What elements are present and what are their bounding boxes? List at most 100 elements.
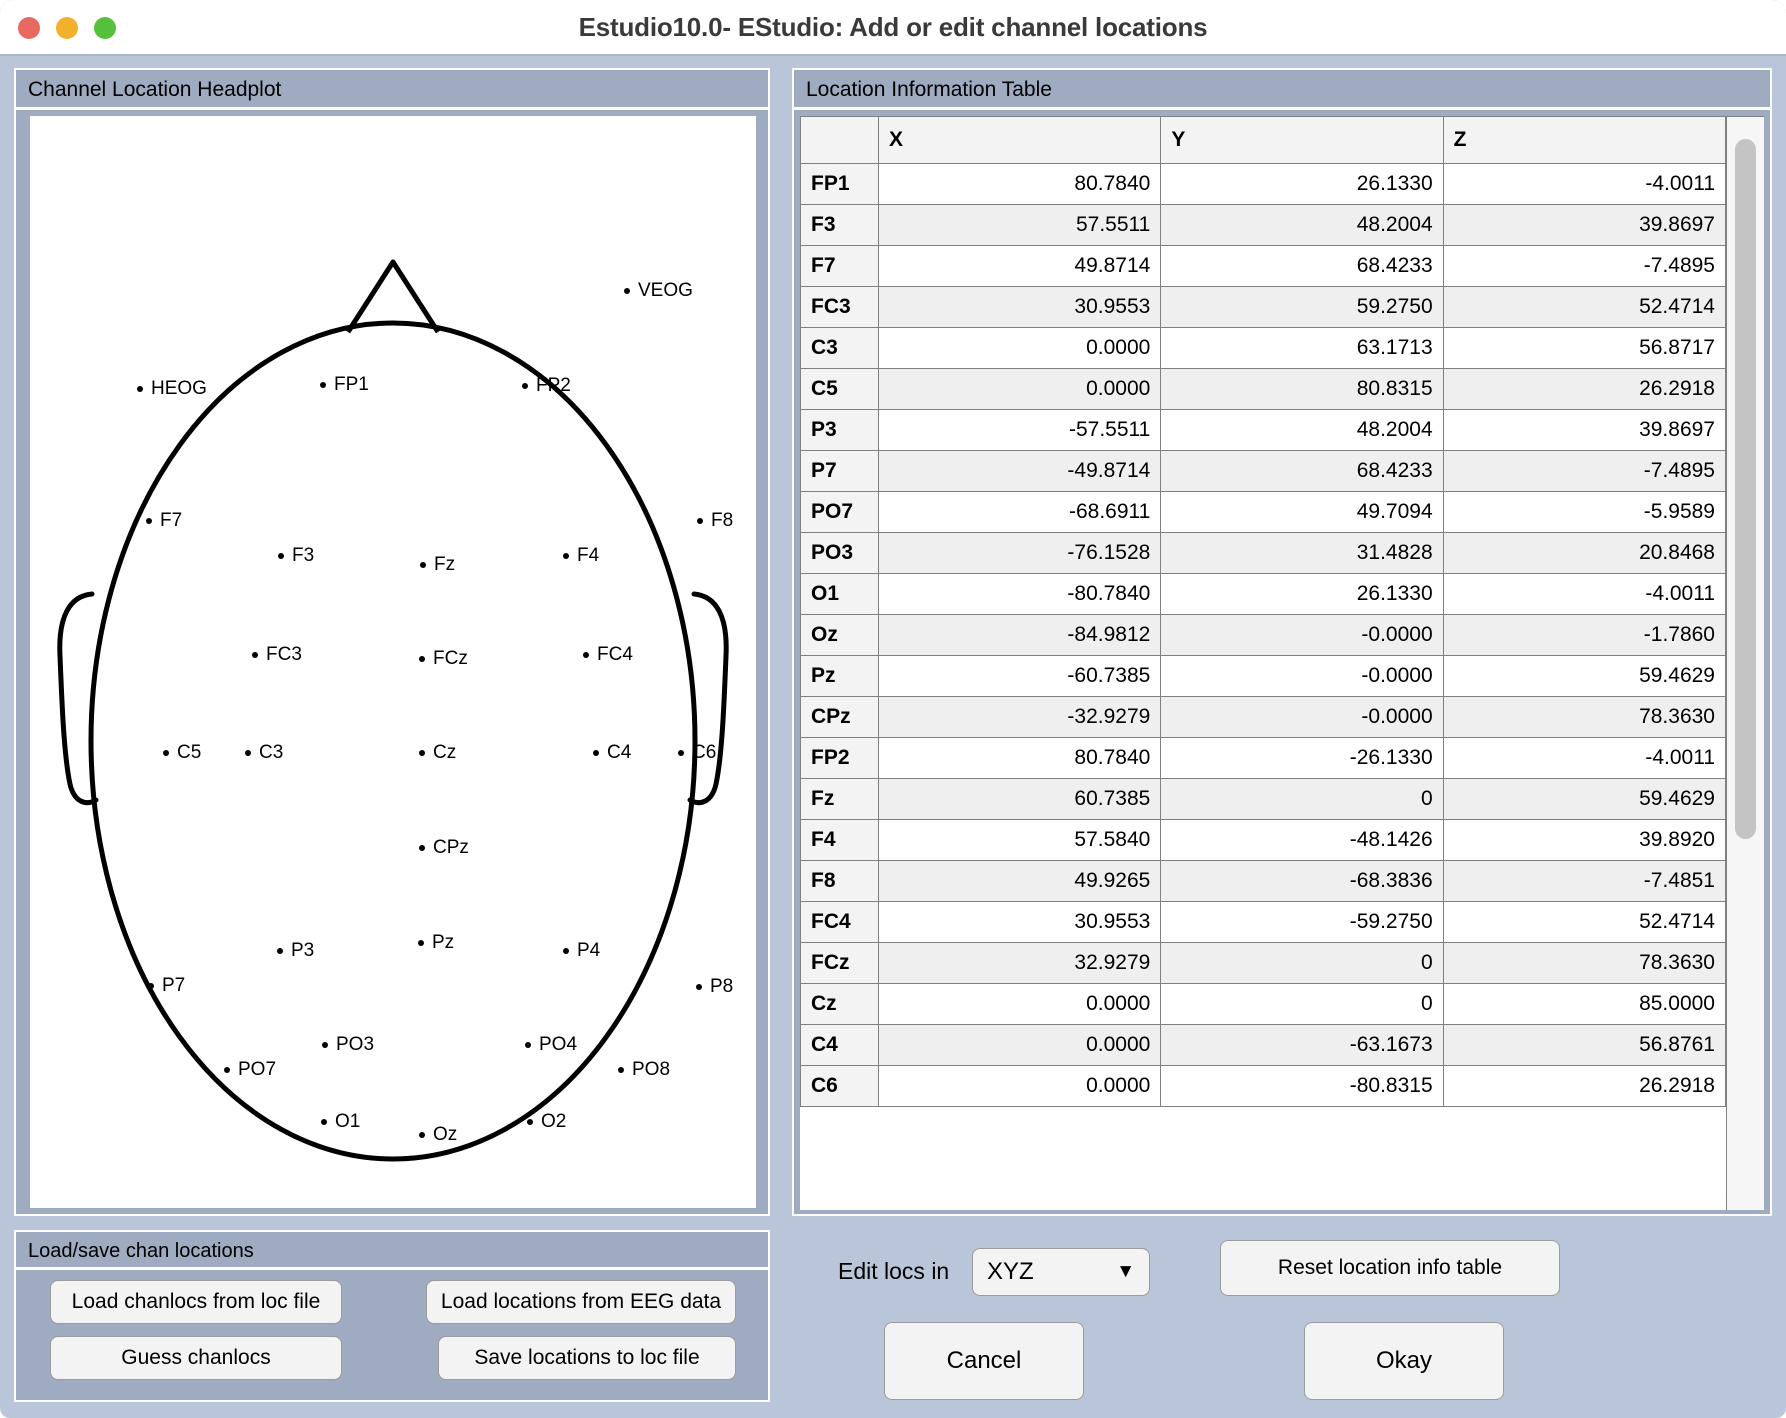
row-header-channel-label[interactable]: FC3 bbox=[800, 286, 879, 328]
cell-z[interactable]: 39.8920 bbox=[1442, 819, 1726, 861]
row-header-channel-label[interactable]: P7 bbox=[800, 450, 879, 492]
table-row[interactable]: FP2 80.7840 -26.1330 -4.0011 bbox=[800, 737, 1726, 779]
okay-button[interactable]: Okay bbox=[1304, 1322, 1504, 1400]
table-row[interactable]: FC4 30.9553 -59.2750 52.4714 bbox=[800, 901, 1726, 943]
table-row[interactable]: FC3 30.9553 59.2750 52.4714 bbox=[800, 286, 1726, 328]
electrode-dot[interactable] bbox=[146, 518, 152, 524]
row-header-channel-label[interactable]: C3 bbox=[800, 327, 879, 369]
table-row[interactable]: C6 0.0000 -80.8315 26.2918 bbox=[800, 1065, 1726, 1107]
row-header-channel-label[interactable]: F8 bbox=[800, 860, 879, 902]
row-header-channel-label[interactable]: Cz bbox=[800, 983, 879, 1025]
cell-x[interactable]: 80.7840 bbox=[877, 737, 1162, 779]
cell-y[interactable]: 59.2750 bbox=[1160, 286, 1444, 328]
cell-x[interactable]: 30.9553 bbox=[877, 901, 1162, 943]
guess-chanlocs-button[interactable]: Guess chanlocs bbox=[50, 1336, 342, 1380]
cell-z[interactable]: 59.4629 bbox=[1442, 655, 1726, 697]
electrode-dot[interactable] bbox=[322, 1042, 328, 1048]
cell-x[interactable]: 57.5511 bbox=[877, 204, 1162, 246]
cell-y[interactable]: 0 bbox=[1160, 983, 1444, 1025]
cell-z[interactable]: 20.8468 bbox=[1442, 532, 1726, 574]
cell-z[interactable]: 56.8717 bbox=[1442, 327, 1726, 369]
cell-y[interactable]: 63.1713 bbox=[1160, 327, 1444, 369]
electrode-dot[interactable] bbox=[624, 288, 630, 294]
cell-x[interactable]: 30.9553 bbox=[877, 286, 1162, 328]
location-table-scroll-area[interactable]: XYZ FP1 80.7840 26.1330 -4.0011 F3 57.5511 48.… bbox=[800, 116, 1726, 1210]
cell-x[interactable]: 32.9279 bbox=[877, 942, 1162, 984]
row-header-channel-label[interactable]: O1 bbox=[800, 573, 879, 615]
cell-y[interactable]: 80.8315 bbox=[1160, 368, 1444, 410]
electrode-dot[interactable] bbox=[278, 553, 284, 559]
cell-x[interactable]: -57.5511 bbox=[877, 409, 1162, 451]
cell-y[interactable]: -0.0000 bbox=[1160, 696, 1444, 738]
cell-x[interactable]: -76.1528 bbox=[877, 532, 1162, 574]
cell-z[interactable]: -1.7860 bbox=[1442, 614, 1726, 656]
electrode-dot[interactable] bbox=[527, 1119, 533, 1125]
cell-z[interactable]: 59.4629 bbox=[1442, 778, 1726, 820]
row-header-channel-label[interactable]: C4 bbox=[800, 1024, 879, 1066]
electrode-dot[interactable] bbox=[420, 562, 426, 568]
electrode-dot[interactable] bbox=[522, 383, 528, 389]
row-header-channel-label[interactable]: PO3 bbox=[800, 532, 879, 574]
cell-y[interactable]: 31.4828 bbox=[1160, 532, 1444, 574]
table-row[interactable]: Cz 0.0000 0 85.0000 bbox=[800, 983, 1726, 1025]
cell-z[interactable]: -7.4895 bbox=[1442, 245, 1726, 287]
cell-x[interactable]: -32.9279 bbox=[877, 696, 1162, 738]
row-header-channel-label[interactable]: CPz bbox=[800, 696, 879, 738]
row-header-channel-label[interactable]: P3 bbox=[800, 409, 879, 451]
row-header-channel-label[interactable]: PO7 bbox=[800, 491, 879, 533]
row-header-channel-label[interactable]: F4 bbox=[800, 819, 879, 861]
cell-y[interactable]: -0.0000 bbox=[1160, 655, 1444, 697]
cell-y[interactable]: 48.2004 bbox=[1160, 204, 1444, 246]
electrode-dot[interactable] bbox=[148, 983, 154, 989]
table-row[interactable]: O1 -80.7840 26.1330 -4.0011 bbox=[800, 573, 1726, 615]
table-row[interactable]: CPz -32.9279 -0.0000 78.3630 bbox=[800, 696, 1726, 738]
cell-x[interactable]: 49.9265 bbox=[877, 860, 1162, 902]
cell-z[interactable]: 39.8697 bbox=[1442, 409, 1726, 451]
scrollbar-thumb[interactable] bbox=[1735, 139, 1756, 839]
column-header-x[interactable]: X bbox=[877, 116, 1162, 164]
electrode-dot[interactable] bbox=[320, 382, 326, 388]
electrode-dot[interactable] bbox=[419, 1132, 425, 1138]
row-header-channel-label[interactable]: Fz bbox=[800, 778, 879, 820]
cell-y[interactable]: 0 bbox=[1160, 778, 1444, 820]
row-header-channel-label[interactable]: F3 bbox=[800, 204, 879, 246]
cell-x[interactable]: 0.0000 bbox=[877, 327, 1162, 369]
table-row[interactable]: F8 49.9265 -68.3836 -7.4851 bbox=[800, 860, 1726, 902]
row-header-channel-label[interactable]: FP2 bbox=[800, 737, 879, 779]
cell-z[interactable]: 85.0000 bbox=[1442, 983, 1726, 1025]
cell-z[interactable]: -4.0011 bbox=[1442, 163, 1726, 205]
row-header-channel-label[interactable]: C6 bbox=[800, 1065, 879, 1107]
electrode-dot[interactable] bbox=[563, 948, 569, 954]
column-header-z[interactable]: Z bbox=[1442, 116, 1726, 164]
electrode-dot[interactable] bbox=[525, 1042, 531, 1048]
cell-y[interactable]: -63.1673 bbox=[1160, 1024, 1444, 1066]
table-vertical-scrollbar[interactable] bbox=[1726, 116, 1764, 1210]
cell-x[interactable]: -84.9812 bbox=[877, 614, 1162, 656]
row-header-channel-label[interactable]: Oz bbox=[800, 614, 879, 656]
electrode-dot[interactable] bbox=[277, 948, 283, 954]
cell-y[interactable]: 0 bbox=[1160, 942, 1444, 984]
cell-z[interactable]: 52.4714 bbox=[1442, 286, 1726, 328]
cell-z[interactable]: 78.3630 bbox=[1442, 942, 1726, 984]
headplot-canvas[interactable]: VEOG HEOG FP1 FP2 F7 F8 F3 Fz F4 FC3 FCz FC4 C5 C3 Cz C… bbox=[30, 116, 756, 1208]
electrode-dot[interactable] bbox=[697, 518, 703, 524]
cell-z[interactable]: 26.2918 bbox=[1442, 368, 1726, 410]
cell-y[interactable]: -68.3836 bbox=[1160, 860, 1444, 902]
row-header-channel-label[interactable]: Pz bbox=[800, 655, 879, 697]
electrode-dot[interactable] bbox=[252, 652, 258, 658]
cell-z[interactable]: -7.4895 bbox=[1442, 450, 1726, 492]
cell-z[interactable]: 78.3630 bbox=[1442, 696, 1726, 738]
table-row[interactable]: F4 57.5840 -48.1426 39.8920 bbox=[800, 819, 1726, 861]
cell-x[interactable]: 0.0000 bbox=[877, 368, 1162, 410]
cell-z[interactable]: -4.0011 bbox=[1442, 573, 1726, 615]
electrode-dot[interactable] bbox=[163, 750, 169, 756]
electrode-dot[interactable] bbox=[245, 750, 251, 756]
cell-y[interactable]: -0.0000 bbox=[1160, 614, 1444, 656]
table-row[interactable]: PO7 -68.6911 49.7094 -5.9589 bbox=[800, 491, 1726, 533]
cell-y[interactable]: -26.1330 bbox=[1160, 737, 1444, 779]
row-header-channel-label[interactable]: F7 bbox=[800, 245, 879, 287]
table-row[interactable]: PO3 -76.1528 31.4828 20.8468 bbox=[800, 532, 1726, 574]
cell-y[interactable]: 26.1330 bbox=[1160, 573, 1444, 615]
table-row[interactable]: FP1 80.7840 26.1330 -4.0011 bbox=[800, 163, 1726, 205]
load-locations-from-eeg-data-button[interactable]: Load locations from EEG data bbox=[426, 1280, 736, 1324]
